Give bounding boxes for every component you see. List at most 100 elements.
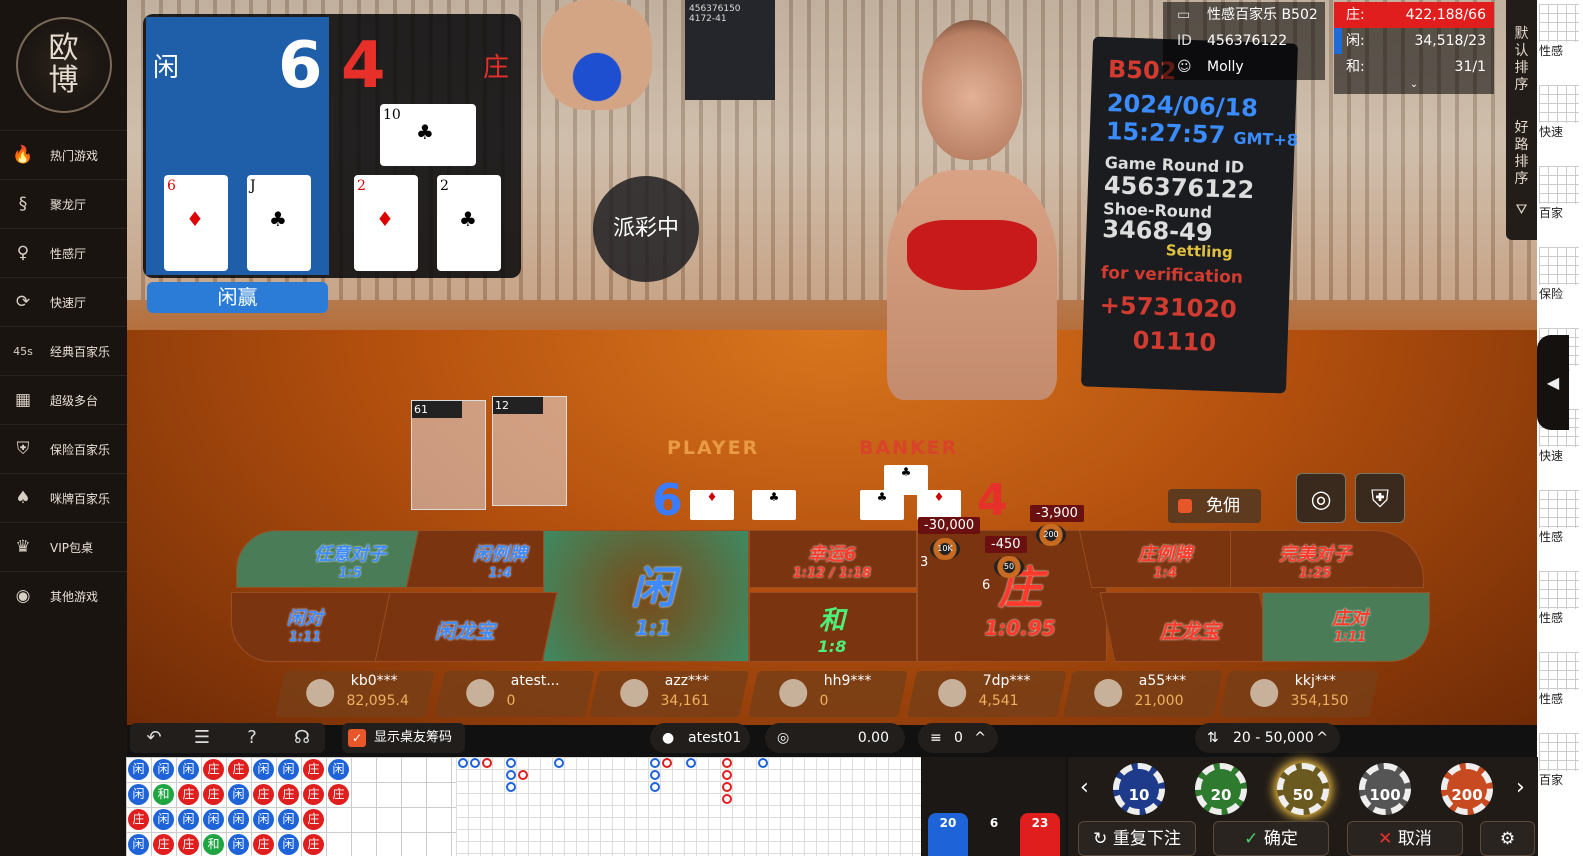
bet-title: 庄龙宝 (1160, 619, 1220, 643)
card-rank: 6 (167, 178, 176, 194)
help-icon[interactable]: ? (240, 726, 264, 750)
confirm-button[interactable]: ✓ 确定 (1213, 821, 1329, 856)
big-road[interactable] (456, 757, 921, 856)
commission-free-toggle[interactable]: 免佣 (1168, 489, 1261, 523)
sort-good-road-button[interactable]: 好路排序 (1506, 94, 1537, 188)
username: atest01 (688, 730, 742, 746)
big-road-mark (650, 770, 660, 780)
bead-road-mark: 庄 (228, 759, 249, 780)
collapse-left-icon[interactable]: ◀ (1537, 335, 1569, 430)
table-icon: ▭ (1177, 7, 1191, 23)
table-list-label: 保险 (1539, 287, 1564, 301)
player-card-2: J ♣ (247, 175, 311, 271)
limit-pill[interactable]: ⇅ 20 - 50,000 ^ (1195, 723, 1340, 753)
bet-player[interactable]: 闲 1:1 (593, 552, 713, 640)
sidebar-item[interactable]: ♠ 咪牌百家乐 (0, 473, 127, 522)
bead-road-mark: 闲 (278, 834, 299, 855)
settings-button[interactable]: ⚙ (1480, 821, 1535, 856)
chip-prev-icon[interactable]: ‹ (1080, 775, 1089, 800)
chip-50[interactable]: 50 (1277, 763, 1329, 815)
bet-player-pair[interactable]: 闲对 1:11 (255, 604, 355, 645)
banker-stat-value: 422,188/66 (1405, 7, 1486, 23)
sort-default-label: 默认排序 (1514, 26, 1529, 93)
result-stats-panel[interactable]: 庄: 422,188/66 闲: 34,518/23 和: 31/1 ⌄ (1334, 2, 1494, 94)
chip-200[interactable]: 200 (1441, 763, 1493, 815)
rebet-label: 重复下注 (1112, 829, 1181, 849)
player-label: 闲 (153, 53, 180, 83)
mini-road (1539, 247, 1579, 285)
bet-banker-natural[interactable]: 庄例牌 1:4 (1105, 540, 1225, 581)
lady-icon: ♀ (16, 243, 30, 263)
chip-stack-icon[interactable]: ◎ (1296, 473, 1346, 523)
sidebar-item-label: 经典百家乐 (50, 344, 111, 359)
rebet-button[interactable]: ↻ 重复下注 (1078, 821, 1196, 856)
bet-odds: 1:1 (635, 616, 671, 640)
bet-perfect-pair[interactable]: 完美对子 1:25 (1255, 540, 1375, 581)
seat-balance: 21,000 (1134, 693, 1184, 709)
sort-default-button[interactable]: 默认排序 (1506, 0, 1537, 94)
bet-any-pair[interactable]: 任意对子 1:5 (290, 540, 410, 581)
chip-100[interactable]: 100 (1359, 763, 1411, 815)
bet-total-pill[interactable]: ≡ 0 ^ (918, 723, 998, 753)
banker-chip-count: 6 (982, 578, 991, 593)
sign-code-2: 4172-41 (689, 14, 727, 24)
chips-icon: ≡ (930, 730, 942, 746)
bet-player-bonus[interactable]: 闲龙宝 (405, 615, 525, 644)
sidebar-item[interactable]: ⟳ 快速厅 (0, 277, 127, 326)
bead-road[interactable]: 闲闲庄闲闲和闲庄闲庄闲庄庄庄闲和庄闲闲闲闲庄闲庄闲庄闲闲庄庄庄庄闲庄 (126, 757, 456, 856)
limit-icon: ⇅ (1207, 730, 1219, 746)
bet-odds: 1:11 (1333, 630, 1367, 645)
sidebar-item[interactable]: § 聚龙厅 (0, 179, 127, 228)
table-player-score: 6 (652, 475, 683, 526)
card-rank: J (250, 178, 256, 194)
sidebar-item[interactable]: 45s 经典百家乐 (0, 326, 127, 375)
bet-odds: 1:12 / 1:18 (792, 566, 872, 581)
bet-title: 庄例牌 (1138, 544, 1192, 565)
sidebar-item[interactable]: ♀ 性感厅 (0, 228, 127, 277)
sidebar-item[interactable]: 🔥 热门游戏 (0, 130, 127, 179)
sidebar-item[interactable]: ♛ VIP包桌 (0, 522, 127, 571)
bet-banker-pair[interactable]: 庄对 1:11 (1300, 604, 1400, 645)
placed-chip: 10K (930, 538, 960, 560)
sidebar-item[interactable]: ▦ 超级多台 (0, 375, 127, 424)
dragon-icon: § (18, 194, 28, 214)
bead-road-mark: 庄 (303, 834, 324, 855)
big-road-mark (470, 758, 480, 768)
dealer-name: Molly (1207, 59, 1244, 75)
sidebar-item[interactable]: ⛨ 保险百家乐 (0, 424, 127, 473)
expand-chevron-icon[interactable]: ⌄ (1334, 80, 1494, 90)
table-card: ♦ (690, 490, 734, 520)
seat-balance: 34,161 (660, 693, 710, 709)
rebet-icon: ↻ (1093, 829, 1113, 849)
shield-check-icon[interactable]: ⛨ (1355, 473, 1405, 523)
cancel-button[interactable]: ✕ 取消 (1347, 821, 1463, 856)
bet-player-natural[interactable]: 闲例牌 1:4 (440, 540, 560, 581)
undo-icon[interactable]: ↶ (142, 726, 166, 750)
bet-tie[interactable]: 和 1:8 (772, 600, 892, 656)
customer-service-icon[interactable]: ☊ (290, 726, 314, 750)
chip-20[interactable]: 20 (1195, 763, 1247, 815)
username-pill: ● atest01 (650, 723, 750, 753)
result-counts: 20 6 23 (922, 757, 1066, 856)
seat-player-name: azz*** (664, 673, 710, 689)
bead-road-mark: 闲 (203, 809, 224, 830)
banker-label: 庄 (483, 53, 510, 83)
bet-banker-bonus[interactable]: 庄龙宝 (1130, 615, 1250, 644)
filter-icon[interactable]: ⛛ (1506, 188, 1537, 219)
seat-balance: 0 (506, 693, 516, 709)
chip-10[interactable]: 10 (1113, 763, 1165, 815)
seat-player-name: atest... (510, 673, 560, 689)
player-stat-row: 闲: 34,518/23 (1334, 28, 1494, 54)
card-suit: ♣ (269, 207, 287, 231)
sidebar-item[interactable]: ◉ 其他游戏 (0, 571, 127, 620)
sidebar-nav: 🔥 热门游戏 § 聚龙厅 ♀ 性感厅 ⟳ 快速厅 45s 经典百家乐 ▦ 超级多台 ⛨ 保险百家乐 ♠ 咪牌百… (0, 130, 127, 620)
chip-next-icon[interactable]: › (1516, 775, 1525, 800)
bead-road-mark: 闲 (153, 809, 174, 830)
mini-road (1539, 166, 1579, 204)
sidebar-item-label: 超级多台 (50, 393, 99, 408)
show-table-chips-toggle[interactable]: ✓ 显示桌友筹码 (342, 723, 465, 753)
bet-lucky6[interactable]: 幸运6 1:12 / 1:18 (772, 540, 892, 581)
history-icon[interactable]: ☰ (190, 726, 214, 750)
bet-odds: 1:4 (488, 566, 512, 581)
chip-icon: ◉ (15, 586, 31, 606)
